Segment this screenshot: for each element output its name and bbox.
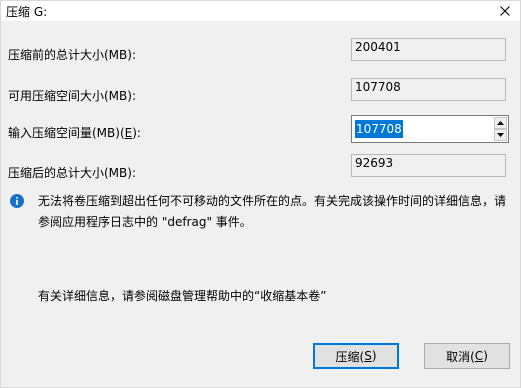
stepper-down-button[interactable] <box>494 129 507 141</box>
stepper-up-button[interactable] <box>494 117 507 129</box>
info-message-line-1: 无法将卷压缩到超出任何不可移动的文件所在的点。有关完成该操作时间的详细信息，请 <box>38 194 507 208</box>
shrink-amount-label: 输入压缩空间量(MB)(E): <box>8 124 141 141</box>
shrink-amount-label-suffix: ): <box>132 126 141 140</box>
cancel-button-suffix: ) <box>483 349 488 363</box>
shrink-amount-input[interactable]: 107708 <box>355 120 403 138</box>
shrink-amount-label-prefix: 输入压缩空间量(MB)( <box>8 126 125 140</box>
info-message: 无法将卷压缩到超出任何不可移动的文件所在的点。有关完成该操作时间的详细信息，请 … <box>38 191 508 233</box>
total-before-label: 压缩前的总计大小(MB): <box>8 48 136 62</box>
stepper-buttons <box>494 117 507 141</box>
close-button[interactable] <box>490 1 520 21</box>
chevron-up-icon <box>497 121 504 125</box>
total-after-label: 压缩后的总计大小(MB): <box>8 166 136 180</box>
total-before-value: 200401 <box>351 38 506 61</box>
total-after-value: 92693 <box>351 154 506 177</box>
cancel-button-prefix: 取消( <box>446 349 475 364</box>
cancel-button-accesskey: C <box>474 349 484 363</box>
shrink-button-accesskey: S <box>364 349 372 363</box>
window-title: 压缩 G: <box>6 5 48 19</box>
chevron-down-icon <box>497 133 504 137</box>
info-message-line-2: 参阅应用程序日志中的 "defrag" 事件。 <box>38 215 252 229</box>
shrink-button-suffix: ) <box>371 349 377 363</box>
info-icon <box>10 194 24 208</box>
available-space-value: 107708 <box>351 78 506 101</box>
available-space-label: 可用压缩空间大小(MB): <box>8 89 136 103</box>
shrink-button-prefix: 压缩( <box>335 349 365 364</box>
cancel-button[interactable]: 取消(C) <box>424 343 510 369</box>
help-text: 有关详细信息，请参阅磁盘管理帮助中的“收缩基本卷” <box>38 289 327 303</box>
close-icon <box>500 6 510 16</box>
shrink-button[interactable]: 压缩(S) <box>313 343 399 369</box>
shrink-amount-stepper[interactable]: 107708 <box>351 115 509 143</box>
title-bar: 压缩 G: <box>1 1 520 21</box>
shrink-volume-dialog: 压缩 G: 压缩前的总计大小(MB): 200401 可用压缩空间大小(MB):… <box>0 0 521 388</box>
